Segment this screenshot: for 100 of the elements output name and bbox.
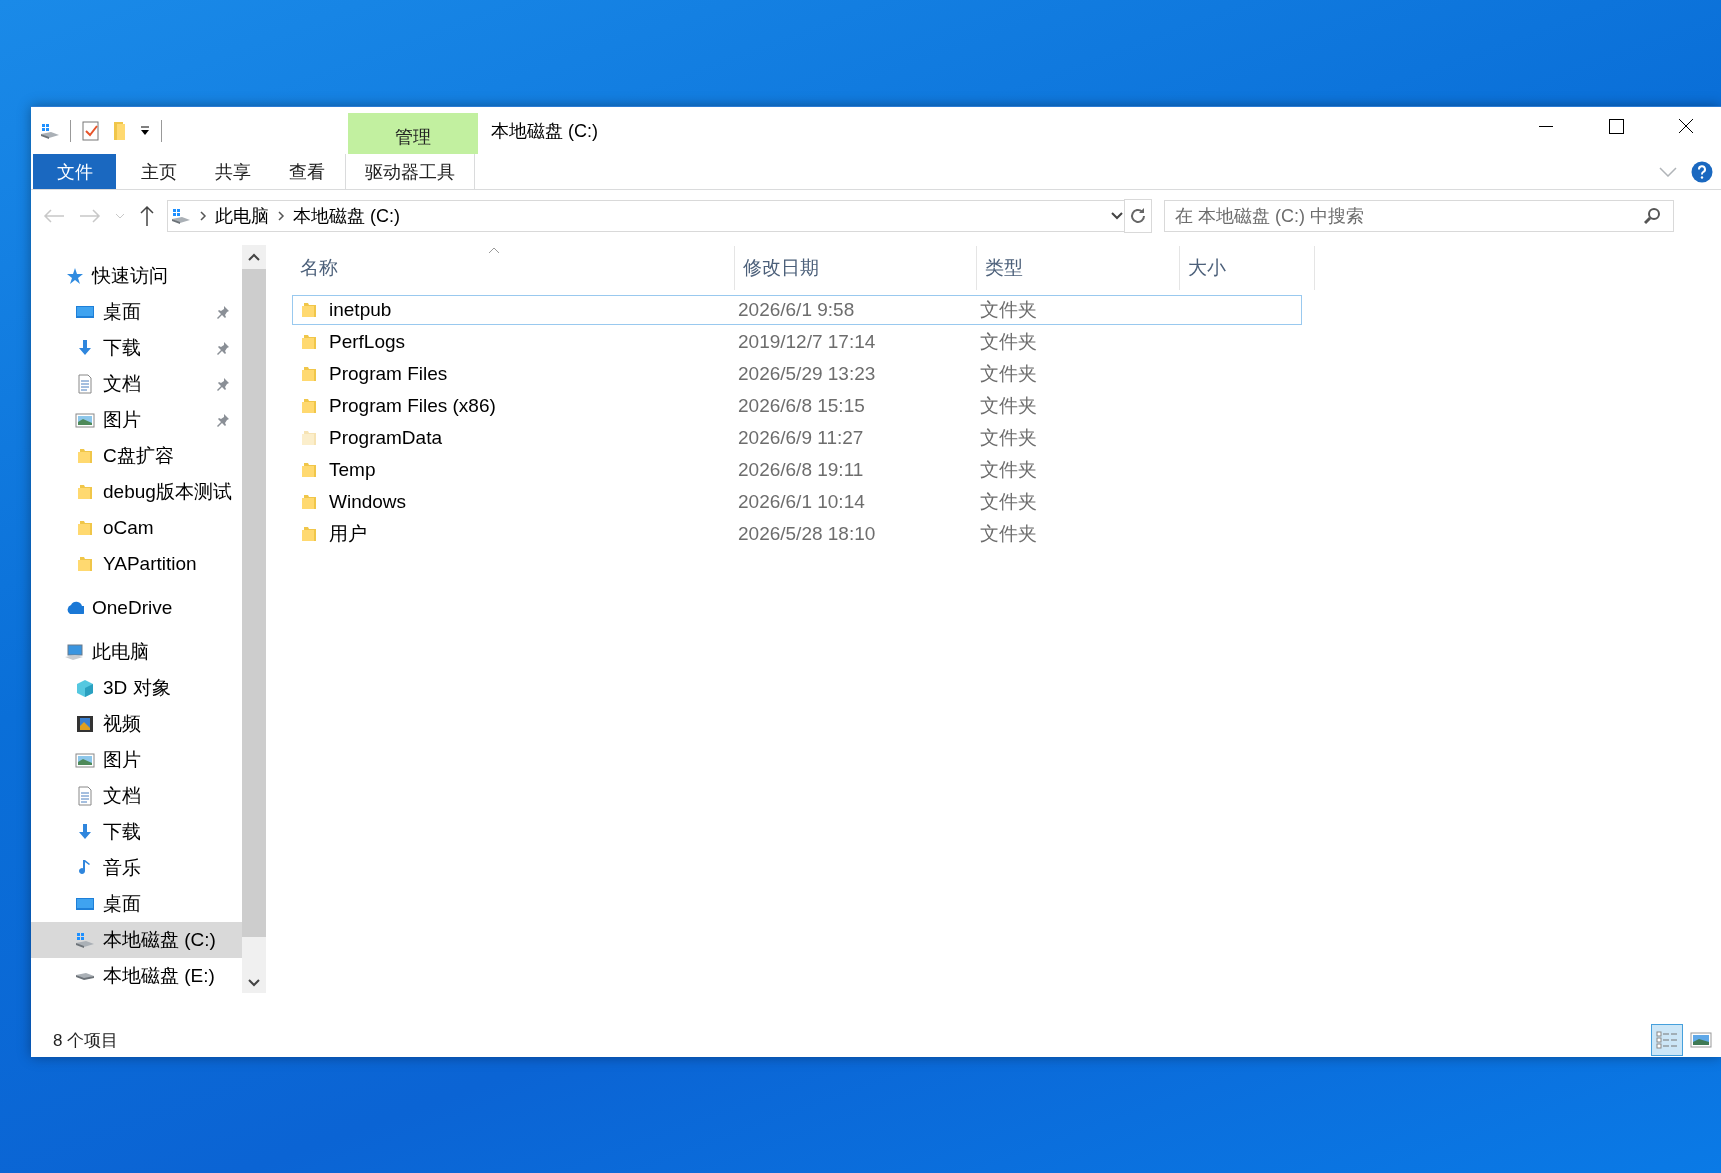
details-view-icon <box>1656 1031 1678 1049</box>
folder-icon <box>299 524 319 544</box>
nav-item[interactable]: 桌面 <box>31 886 242 922</box>
file-name: Windows <box>329 491 407 513</box>
file-name: PerfLogs <box>329 331 406 353</box>
picture-icon <box>75 410 95 430</box>
window-title: 本地磁盘 (C:) <box>490 120 599 143</box>
document-icon <box>75 786 95 806</box>
file-row[interactable]: Program Files 2026/5/29 13:23 文件夹 <box>292 359 1302 389</box>
column-header[interactable]: 名称 <box>292 246 735 290</box>
help-icon[interactable] <box>1691 160 1713 183</box>
ribbon-tab[interactable]: 主页 <box>124 154 194 189</box>
modified-date: 2026/6/8 15:15 <box>737 395 866 417</box>
maximize-icon <box>1608 118 1624 134</box>
nav-label: debug版本测试 <box>103 480 232 504</box>
file-row[interactable]: 用户 2026/5/28 18:10 文件夹 <box>292 519 1302 549</box>
ribbon-tab[interactable]: 共享 <box>198 154 268 189</box>
nav-item[interactable]: 3D 对象 <box>31 670 242 706</box>
nav-item[interactable]: OneDrive <box>31 590 242 626</box>
file-name: Program Files (x86) <box>329 395 496 417</box>
nav-label: YAPartition <box>103 553 197 575</box>
cube-icon <box>75 678 95 698</box>
file-row[interactable]: ProgramData 2026/6/9 11:27 文件夹 <box>292 423 1302 453</box>
column-header[interactable]: 大小 <box>1180 246 1315 290</box>
nav-item[interactable]: 下载 <box>31 814 242 850</box>
context-tab-group: 管理 <box>348 113 478 154</box>
nav-item[interactable]: debug版本测试 <box>31 474 242 510</box>
close-icon <box>1678 118 1694 134</box>
file-name: ProgramData <box>329 427 442 449</box>
column-header[interactable]: 修改日期 <box>735 246 977 290</box>
column-header[interactable]: 类型 <box>977 246 1180 290</box>
nav-label: 下载 <box>103 336 141 360</box>
file-type: 文件夹 <box>979 330 1038 354</box>
nav-label: oCam <box>103 517 154 539</box>
picture-icon <box>75 750 95 770</box>
folder-icon <box>75 482 95 502</box>
nav-item[interactable]: 音乐 <box>31 850 242 886</box>
ribbon-tab[interactable]: 文件 <box>33 154 116 189</box>
nav-item[interactable]: 图片 <box>31 742 242 778</box>
file-row[interactable]: PerfLogs 2019/12/7 17:14 文件夹 <box>292 327 1302 357</box>
modified-date: 2026/6/1 10:14 <box>737 491 866 513</box>
nav-item[interactable]: 文档 <box>31 778 242 814</box>
nav-item[interactable]: 此电脑 <box>31 634 242 670</box>
nav-label: 视频 <box>103 712 141 736</box>
nav-item[interactable]: 本地磁盘 (E:) <box>31 958 242 994</box>
ribbon-tab[interactable]: 驱动器工具 <box>345 154 475 189</box>
nav-label: 桌面 <box>103 300 141 324</box>
file-type: 文件夹 <box>979 522 1038 546</box>
scroll-up-icon[interactable] <box>248 253 260 261</box>
nav-label: C盘扩容 <box>103 444 174 468</box>
document-icon <box>75 374 95 394</box>
nav-item[interactable]: YAPartition <box>31 546 242 582</box>
file-name: Temp <box>329 459 376 481</box>
file-row[interactable]: Windows 2026/6/1 10:14 文件夹 <box>292 487 1302 517</box>
file-row[interactable]: inetpub 2026/6/1 9:58 文件夹 <box>292 295 1302 325</box>
nav-item[interactable]: oCam <box>31 510 242 546</box>
folder-icon <box>75 518 95 538</box>
sort-ascending-icon <box>488 246 500 254</box>
nav-label: 桌面 <box>103 892 141 916</box>
file-type: 文件夹 <box>979 394 1038 418</box>
properties-icon[interactable] <box>81 119 101 142</box>
nav-label: 图片 <box>103 748 141 772</box>
folder-icon <box>299 300 319 320</box>
search-icon <box>1644 207 1662 225</box>
up-icon[interactable] <box>139 205 155 227</box>
pc-icon <box>64 642 84 662</box>
nav-item[interactable]: 本地磁盘 (C:) <box>31 922 242 958</box>
ribbon-tab[interactable]: 查看 <box>272 154 342 189</box>
folder-icon <box>299 428 319 448</box>
scroll-down-icon[interactable] <box>248 979 260 987</box>
folder-icon <box>299 492 319 512</box>
nav-item[interactable]: 下载 <box>31 330 242 366</box>
file-type: 文件夹 <box>979 362 1038 386</box>
nav-item[interactable]: C盘扩容 <box>31 438 242 474</box>
chevron-icon[interactable] <box>277 210 285 222</box>
drive-icon <box>171 206 191 226</box>
nav-item[interactable]: 视频 <box>31 706 242 742</box>
nav-label: 图片 <box>103 408 141 432</box>
breadcrumb[interactable]: 本地磁盘 (C:) <box>293 204 400 228</box>
folder-icon <box>299 460 319 480</box>
nav-item[interactable]: 图片 <box>31 402 242 438</box>
file-row[interactable]: Temp 2026/6/8 19:11 文件夹 <box>292 455 1302 485</box>
nav-item[interactable]: 文档 <box>31 366 242 402</box>
nav-item[interactable]: 快速访问 <box>31 258 242 294</box>
nav-label: 音乐 <box>103 856 141 880</box>
nav-label: 此电脑 <box>92 640 149 664</box>
search-field[interactable]: 在 本地磁盘 (C:) 中搜索 <box>1164 200 1674 232</box>
drive-icon <box>75 971 95 981</box>
file-row[interactable]: Program Files (x86) 2026/6/8 15:15 文件夹 <box>292 391 1302 421</box>
chevron-icon[interactable] <box>199 210 207 222</box>
dropdown-icon[interactable] <box>139 125 151 136</box>
dropdown-icon[interactable] <box>1110 211 1124 221</box>
modified-date: 2026/6/1 9:58 <box>737 299 856 321</box>
nav-label: 下载 <box>103 820 141 844</box>
folder-icon <box>299 332 319 352</box>
nav-item[interactable]: 桌面 <box>31 294 242 330</box>
folder-icon <box>299 396 319 416</box>
scrollbar[interactable] <box>242 245 266 993</box>
refresh-icon[interactable] <box>1129 207 1147 225</box>
breadcrumb[interactable]: 此电脑 <box>215 204 269 228</box>
